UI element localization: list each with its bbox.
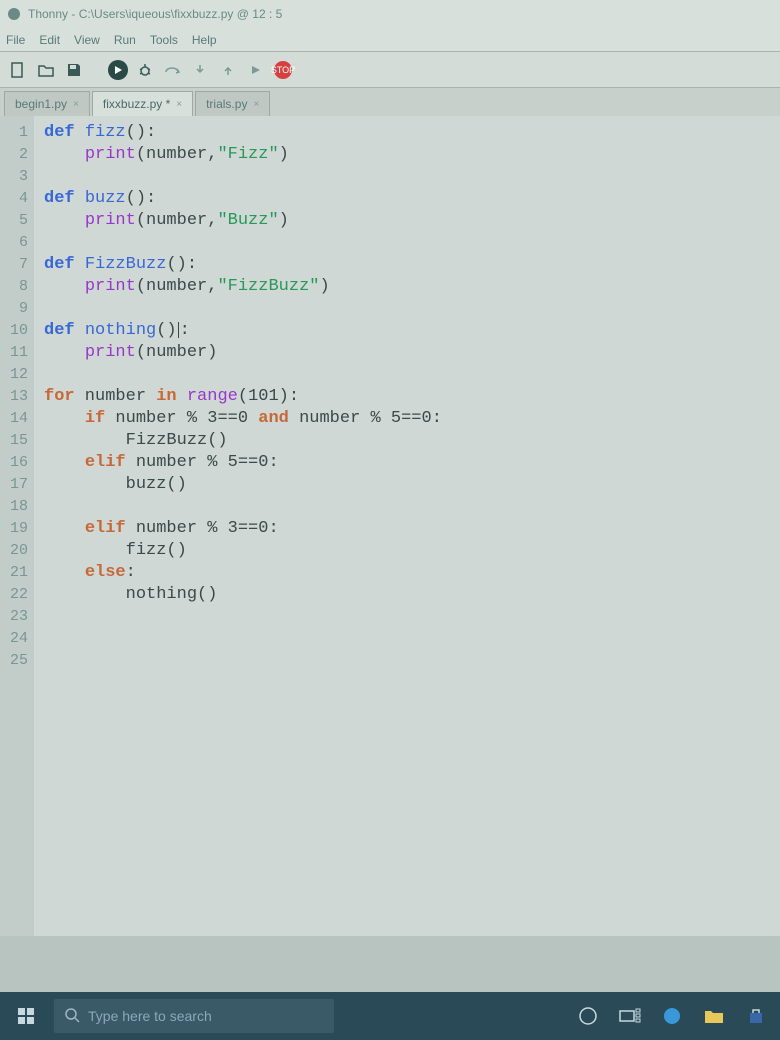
resume-icon[interactable]	[246, 60, 266, 80]
code-editor[interactable]: 1234567891011121314151617181920212223242…	[0, 116, 780, 936]
close-icon[interactable]: ×	[73, 99, 79, 110]
save-icon[interactable]	[64, 60, 84, 80]
taskbar-tray	[576, 1004, 768, 1028]
file-path: C:\Users\iqueous\fixxbuzz.py	[79, 7, 234, 21]
toolbar: STOP	[0, 52, 780, 88]
step-over-icon[interactable]	[162, 60, 182, 80]
menu-edit[interactable]: Edit	[39, 33, 60, 47]
editor-tab-bar: begin1.py × fixxbuzz.py * × trials.py ×	[0, 88, 780, 116]
menu-help[interactable]: Help	[192, 33, 217, 47]
app-name: Thonny	[28, 7, 68, 21]
tab-begin1[interactable]: begin1.py ×	[4, 91, 90, 116]
app-icon	[6, 6, 22, 22]
menu-run[interactable]: Run	[114, 33, 136, 47]
windows-taskbar	[0, 992, 780, 1040]
cortana-icon[interactable]	[576, 1004, 600, 1028]
close-icon[interactable]: ×	[176, 99, 182, 110]
task-view-icon[interactable]	[618, 1004, 642, 1028]
explorer-icon[interactable]	[702, 1004, 726, 1028]
menu-file[interactable]: File	[6, 33, 25, 47]
store-icon[interactable]	[744, 1004, 768, 1028]
search-input[interactable]	[88, 1008, 324, 1024]
menu-tools[interactable]: Tools	[150, 33, 178, 47]
menu-view[interactable]: View	[74, 33, 100, 47]
step-into-icon[interactable]	[190, 60, 210, 80]
new-file-icon[interactable]	[8, 60, 28, 80]
search-icon	[64, 1007, 80, 1026]
line-gutter: 1234567891011121314151617181920212223242…	[0, 116, 34, 936]
code-area[interactable]: def fizz(): print(number,"Fizz") def buz…	[34, 116, 780, 936]
start-icon[interactable]	[12, 1002, 40, 1030]
run-icon[interactable]	[108, 60, 128, 80]
edge-icon[interactable]	[660, 1004, 684, 1028]
menu-bar: File Edit View Run Tools Help	[0, 28, 780, 52]
debug-icon[interactable]	[136, 61, 154, 79]
stop-icon[interactable]: STOP	[274, 61, 292, 79]
step-out-icon[interactable]	[218, 60, 238, 80]
taskbar-search[interactable]	[54, 999, 334, 1033]
tab-trials[interactable]: trials.py ×	[195, 91, 270, 116]
close-icon[interactable]: ×	[253, 99, 259, 110]
window-title-bar: Thonny - C:\Users\iqueous\fixxbuzz.py @ …	[0, 0, 780, 28]
cursor-position: 12 : 5	[252, 7, 282, 21]
open-file-icon[interactable]	[36, 60, 56, 80]
tab-fixxbuzz[interactable]: fixxbuzz.py * ×	[92, 91, 193, 116]
